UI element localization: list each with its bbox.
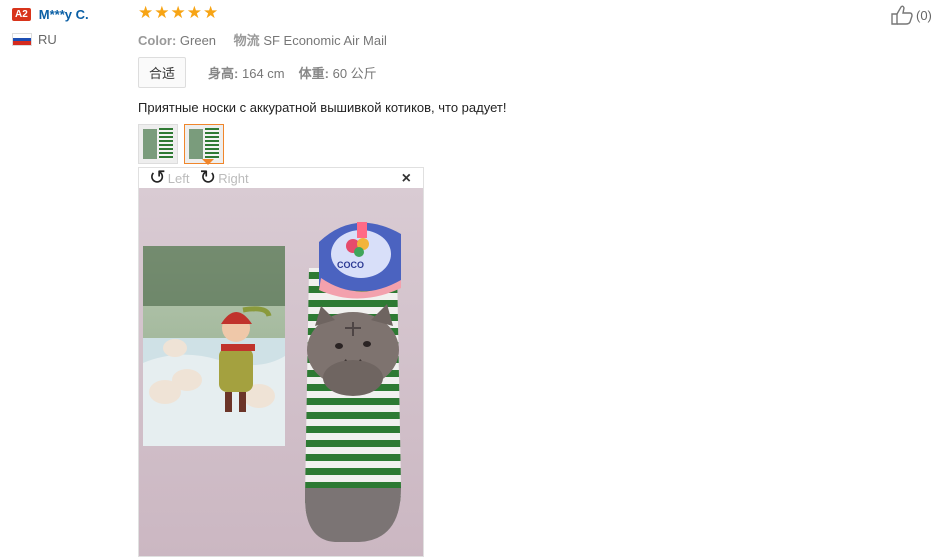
- photo-thumbnails: [138, 124, 838, 164]
- rotate-left-button[interactable]: ↺ Left: [149, 168, 189, 188]
- level-badge: A2: [12, 7, 31, 21]
- color-value: Green: [179, 33, 217, 48]
- order-meta: Color: Green 物流 SF Economic Air Mail: [138, 30, 838, 49]
- star-rating: ★ ★ ★ ★ ★: [138, 4, 838, 22]
- reviewer-row: A2 M***y C.: [12, 6, 132, 22]
- viewer-toolbar: ↺ Left ↻ Right ×: [139, 168, 423, 188]
- weight-info: 体重: 60 公斤: [299, 63, 377, 82]
- thumbs-up-icon: [891, 5, 913, 25]
- photo-thumbnail-2[interactable]: [184, 124, 224, 164]
- height-label: 身高:: [208, 66, 239, 81]
- rotate-left-label: Left: [167, 170, 190, 186]
- country-code: RU: [38, 32, 57, 47]
- star-icon: ★: [186, 3, 202, 22]
- rotate-right-icon: ↻: [199, 167, 217, 189]
- active-thumb-pointer: [202, 159, 214, 165]
- weight-value: 60 公斤: [332, 66, 377, 81]
- review-body: ★ ★ ★ ★ ★ Color: Green 物流 SF Economic Air Ma…: [138, 4, 838, 557]
- sock-graphic: COCO: [305, 222, 401, 542]
- russia-flag-icon: [12, 33, 32, 46]
- review-text: Приятные носки с аккуратной вышивкой кот…: [138, 100, 507, 115]
- rotate-right-button[interactable]: ↻ Right: [199, 168, 248, 188]
- photo-thumbnail-1[interactable]: [138, 124, 178, 164]
- thumb-card-graphic: [143, 129, 157, 159]
- fit-row: 合适 身高: 164 cm 体重: 60 公斤: [138, 57, 838, 88]
- rotate-right-label: Right: [218, 170, 249, 186]
- fit-tag: 合适: [138, 57, 187, 88]
- weight-label: 体重:: [298, 66, 329, 81]
- star-icon: ★: [138, 3, 154, 22]
- reviewer-name[interactable]: M***y C.: [39, 7, 89, 22]
- sock-tag-brand: COCO: [337, 260, 364, 270]
- rotate-left-icon: ↺: [149, 167, 166, 189]
- review-photo-image: COCO: [139, 188, 423, 556]
- close-icon[interactable]: ×: [402, 170, 411, 188]
- height-value: 164 cm: [241, 66, 285, 81]
- star-icon: ★: [170, 3, 186, 22]
- thumb-card-graphic: [189, 129, 203, 159]
- like-button[interactable]: (0): [890, 5, 932, 25]
- star-icon: ★: [154, 3, 170, 22]
- photo-viewer: ↺ Left ↻ Right × COCO: [138, 167, 424, 557]
- thumb-sock-graphic: [205, 128, 219, 160]
- thumb-sock-graphic: [159, 128, 173, 160]
- reviewer-info: A2 M***y C. RU: [12, 6, 132, 47]
- shipping-label: 物流: [233, 33, 260, 48]
- color-label: Color:: [138, 33, 177, 48]
- height-info: 身高: 164 cm: [208, 63, 285, 82]
- star-icon: ★: [203, 3, 219, 22]
- shipping-value: SF Economic Air Mail: [263, 33, 387, 48]
- like-count: (0): [916, 7, 932, 23]
- country-row: RU: [12, 32, 132, 47]
- review-photo: COCO: [139, 188, 423, 556]
- postcard-graphic: [143, 246, 285, 446]
